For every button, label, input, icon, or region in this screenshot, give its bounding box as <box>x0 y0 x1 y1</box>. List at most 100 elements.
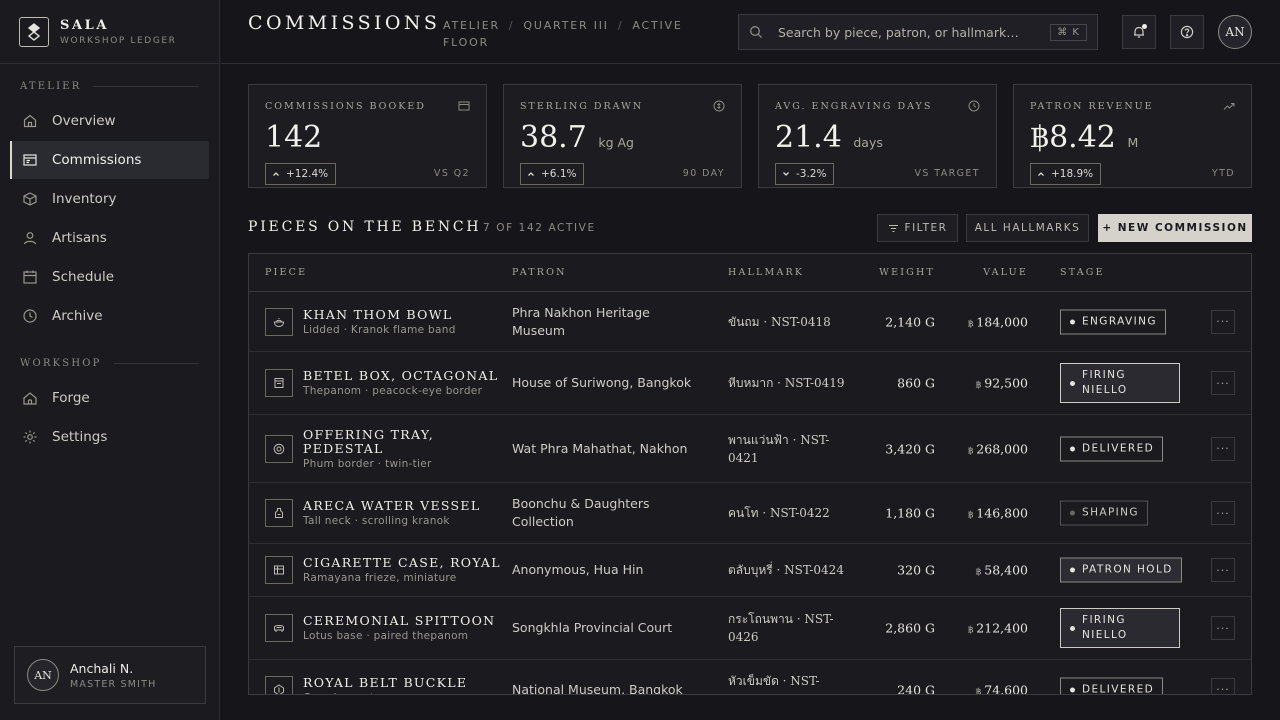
patron-cell: Phra Nakhon Heritage Museum <box>512 304 650 338</box>
stage-label: SHAPING <box>1082 506 1139 519</box>
table-row[interactable]: ARECA WATER VESSEL Tall neck · scrolling… <box>249 483 1251 544</box>
piece-cell[interactable]: KHAN THOM BOWL Lidded · Kranok flame ban… <box>303 306 503 336</box>
weight-cell: 1,180 G <box>885 505 935 521</box>
piece-cell[interactable]: OFFERING TRAY, PEDESTAL Phum border · tw… <box>303 426 503 470</box>
weight-cell: 2,140 G <box>885 314 935 329</box>
search-input[interactable] <box>778 24 1051 40</box>
profile-avatar[interactable]: AN <box>1218 15 1252 49</box>
status-dot <box>1070 687 1075 692</box>
column-header-value[interactable]: VALUE <box>983 267 1028 278</box>
box-icon <box>265 369 293 397</box>
user-card[interactable]: AN Anchali N. MASTER SMITH <box>14 646 206 704</box>
sidebar-item-settings[interactable]: Settings <box>10 418 209 456</box>
currency-symbol: ฿ <box>967 446 974 456</box>
piece-cell[interactable]: CEREMONIAL SPITTOON Lotus base · paired … <box>303 614 503 643</box>
row-more-button[interactable]: ··· <box>1211 371 1235 395</box>
all-hallmarks-button[interactable]: ALL HALLMARKS <box>966 214 1089 242</box>
piece-cell[interactable]: ARECA WATER VESSEL Tall neck · scrolling… <box>303 499 503 528</box>
chevron-up-icon <box>526 169 541 179</box>
column-header-weight[interactable]: WEIGHT <box>879 267 935 278</box>
status-badge: FIRING NIELLO <box>1060 363 1180 403</box>
nav-section-label: ATELIER <box>20 80 82 92</box>
column-header-piece[interactable]: PIECE <box>265 267 307 278</box>
sidebar-item-commissions[interactable]: Commissions <box>10 141 209 179</box>
sidebar-item-overview[interactable]: Overview <box>10 102 209 140</box>
stat-card-commissions: COMMISSIONS BOOKED 142 +12.4% VS Q2 <box>248 84 487 188</box>
ledger-icon <box>22 152 38 168</box>
breadcrumb-item-atelier[interactable]: ATELIER <box>443 19 500 32</box>
table-row[interactable]: ROYAL BELT BUCKLE Garuda crest, repousse… <box>249 660 1251 694</box>
value-cell: ฿ 58,400 <box>976 563 1028 578</box>
search-icon <box>749 25 763 39</box>
stat-card-sterling: STERLING DRAWN 38.7 kg Ag +6.1% 90 DAY <box>503 84 742 188</box>
row-more-button[interactable]: ··· <box>1211 558 1235 582</box>
row-more-button[interactable]: ··· <box>1211 677 1235 694</box>
coin-icon <box>713 100 725 112</box>
piece-cell[interactable]: BETEL BOX, OCTAGONAL Thepanom · peacock-… <box>303 368 503 398</box>
section-subtitle: 7 OF 142 ACTIVE <box>483 222 596 234</box>
stat-label: COMMISSIONS BOOKED <box>265 101 426 112</box>
breadcrumb-separator: / <box>617 19 624 32</box>
stat-footnote: YTD <box>1211 168 1235 179</box>
sidebar-item-inventory[interactable]: Inventory <box>10 180 209 218</box>
column-header-patron[interactable]: PATRON <box>512 267 567 278</box>
column-header-stage[interactable]: STAGE <box>1060 267 1105 278</box>
sidebar-item-label: Artisans <box>52 230 107 246</box>
status-badge: ENGRAVING <box>1060 309 1166 334</box>
piece-name: KHAN THOM BOWL <box>303 306 453 322</box>
box-icon <box>22 191 38 207</box>
help-icon <box>1180 25 1194 39</box>
notifications-button[interactable] <box>1122 15 1156 49</box>
home-icon <box>22 113 38 129</box>
table-row[interactable]: BETEL BOX, OCTAGONAL Thepanom · peacock-… <box>249 352 1251 415</box>
status-dot <box>1070 567 1075 573</box>
row-more-button[interactable]: ··· <box>1211 616 1235 640</box>
sidebar-item-forge[interactable]: Forge <box>10 379 209 417</box>
piece-name: OFFERING TRAY, PEDESTAL <box>303 426 435 456</box>
stats-row: COMMISSIONS BOOKED 142 +12.4% VS Q2 STER… <box>248 84 1252 188</box>
table-row[interactable]: KHAN THOM BOWL Lidded · Kranok flame ban… <box>249 292 1251 352</box>
piece-cell[interactable]: CIGARETTE CASE, ROYAL Ramayana frieze, m… <box>303 555 503 585</box>
table-row[interactable]: CIGARETTE CASE, ROYAL Ramayana frieze, m… <box>249 544 1251 597</box>
clock-icon <box>968 100 980 112</box>
new-commission-button[interactable]: + NEW COMMISSION <box>1098 214 1252 242</box>
piece-cell[interactable]: ROYAL BELT BUCKLE Garuda crest, repousse <box>303 674 503 694</box>
nav-list-workshop: Forge Settings <box>0 379 219 456</box>
search-box: ⌘ K <box>738 14 1098 50</box>
stage-label: PATRON HOLD <box>1082 563 1173 576</box>
currency-symbol: ฿ <box>967 625 974 636</box>
calendar-icon <box>22 269 38 285</box>
brand[interactable]: SALA WORKSHOP LEDGER <box>0 0 219 64</box>
spittoon-icon <box>265 614 293 642</box>
page-title: COMMISSIONS <box>248 12 441 34</box>
piece-name: BETEL BOX, OCTAGONAL <box>303 368 499 383</box>
brand-name: SALA <box>60 17 110 33</box>
status-dot <box>1070 510 1075 516</box>
currency-symbol: ฿ <box>975 380 982 391</box>
status-dot <box>1070 446 1075 451</box>
sidebar-item-schedule[interactable]: Schedule <box>10 258 209 296</box>
sidebar-item-artisans[interactable]: Artisans <box>10 219 209 257</box>
breadcrumb-item-quarter[interactable]: QUARTER III <box>523 19 608 32</box>
ledger-icon <box>458 100 470 112</box>
sidebar-item-label: Commissions <box>52 152 142 168</box>
table-row[interactable]: CEREMONIAL SPITTOON Lotus base · paired … <box>249 597 1251 660</box>
table-row[interactable]: OFFERING TRAY, PEDESTAL Phum border · tw… <box>249 415 1251 483</box>
divider <box>113 362 199 364</box>
forge-icon <box>22 390 38 406</box>
sidebar-item-archive[interactable]: Archive <box>10 297 209 335</box>
piece-name: ROYAL BELT BUCKLE <box>303 674 468 690</box>
row-more-button[interactable]: ··· <box>1211 309 1235 334</box>
sidebar-item-label: Schedule <box>52 269 115 285</box>
help-button[interactable] <box>1170 15 1204 49</box>
column-header-hallmark[interactable]: HALLMARK <box>728 267 804 278</box>
filter-button[interactable]: FILTER <box>877 214 958 242</box>
row-more-button[interactable]: ··· <box>1211 436 1235 461</box>
value-cell: ฿ 184,000 <box>968 314 1028 329</box>
weight-cell: 3,420 G <box>885 441 935 456</box>
value-cell: ฿ 212,400 <box>968 621 1028 636</box>
piece-name: CIGARETTE CASE, ROYAL <box>303 555 501 570</box>
stat-value: 142 <box>265 120 323 155</box>
row-more-button[interactable]: ··· <box>1211 501 1235 525</box>
stat-value: ฿8.42 M <box>1030 120 1139 155</box>
